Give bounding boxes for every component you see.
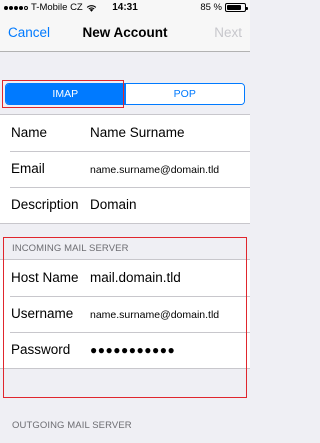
page-title: New Account (82, 25, 168, 40)
account-info-group: Name Name Surname Email name.surname@dom… (0, 114, 250, 224)
battery-level (227, 5, 242, 10)
email-field[interactable]: name.surname@domain.tld (90, 164, 219, 176)
email-row[interactable]: Email name.surname@domain.tld (0, 151, 250, 187)
next-button[interactable]: Next (214, 25, 242, 40)
name-row[interactable]: Name Name Surname (0, 115, 250, 151)
incoming-highlight-box (3, 237, 247, 398)
name-field[interactable]: Name Surname (90, 125, 185, 140)
battery-percentage: 85 % (200, 2, 222, 13)
imap-highlight-box (2, 80, 124, 108)
description-row[interactable]: Description Domain (0, 187, 250, 223)
name-label: Name (11, 125, 48, 140)
status-bar: T-Mobile CZ 14:31 85 % (0, 0, 250, 14)
email-label: Email (11, 161, 45, 176)
description-label: Description (11, 197, 79, 212)
outgoing-mail-server-header: OUTGOING MAIL SERVER (12, 420, 132, 431)
pop-segment[interactable]: POP (124, 84, 244, 104)
status-right: 85 % (200, 2, 248, 13)
description-field[interactable]: Domain (90, 197, 137, 212)
battery-icon (225, 3, 248, 12)
navigation-bar: Cancel New Account Next (0, 14, 250, 52)
account-type-section: IMAP POP (0, 52, 250, 114)
